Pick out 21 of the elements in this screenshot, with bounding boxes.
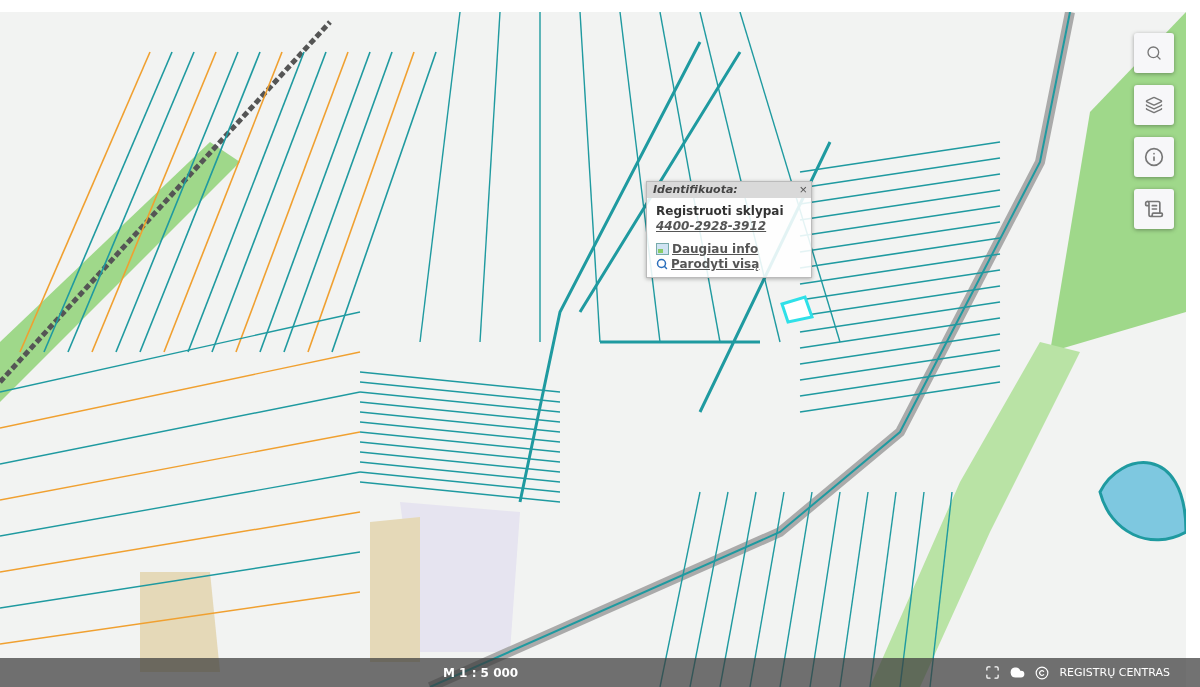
map-scale: M 1 : 5 000 bbox=[443, 665, 519, 680]
search-icon bbox=[656, 258, 668, 270]
layers-icon bbox=[1145, 96, 1163, 114]
info-button[interactable] bbox=[1134, 137, 1174, 177]
search-icon bbox=[1146, 45, 1162, 61]
legend-button[interactable] bbox=[1134, 189, 1174, 229]
layer-name: Registruoti sklypai bbox=[656, 204, 785, 218]
search-button[interactable] bbox=[1134, 33, 1174, 73]
show-all-link[interactable]: Parodyti visą bbox=[656, 257, 803, 271]
copyright-icon bbox=[1035, 665, 1050, 680]
scroll-icon bbox=[1144, 199, 1164, 219]
parcel-id-link[interactable]: 4400-2928-3912 bbox=[656, 219, 803, 233]
more-info-link[interactable]: Daugiau info bbox=[656, 242, 803, 256]
fullscreen-icon[interactable] bbox=[985, 665, 1001, 680]
info-sheet-icon bbox=[656, 243, 669, 255]
info-icon bbox=[1144, 147, 1164, 167]
popup-title: Identifikuota: bbox=[653, 183, 738, 196]
cloud-icon bbox=[1010, 665, 1026, 680]
close-button[interactable]: × bbox=[799, 183, 807, 196]
attribution-text: REGISTRŲ CENTRAS bbox=[1059, 666, 1170, 679]
layers-button[interactable] bbox=[1134, 85, 1174, 125]
